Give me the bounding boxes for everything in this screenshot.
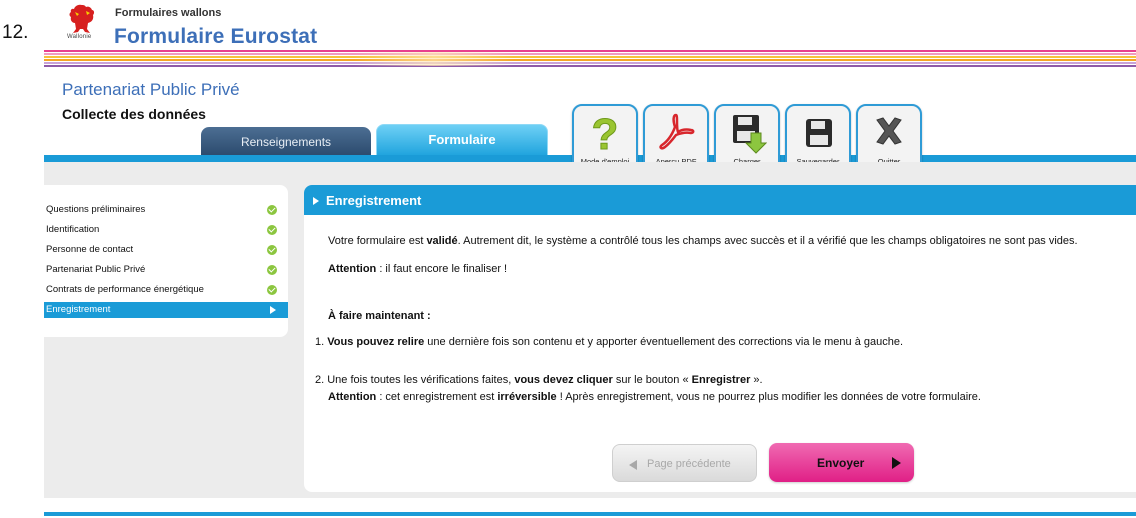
send-label: Envoyer (817, 456, 865, 470)
app-subtitle: Formulaires wallons (115, 7, 222, 19)
section-title: Collecte des données (62, 106, 206, 122)
sidebar-item-label: Contrats de performance énergétique (46, 284, 204, 295)
wallonie-rooster-logo (69, 4, 95, 33)
check-icon (267, 205, 277, 215)
send-button[interactable]: Envoyer (769, 443, 914, 482)
sidebar-item-partenariat[interactable]: Partenariat Public Privé (44, 262, 288, 278)
close-icon (876, 117, 902, 145)
todo-heading: À faire maintenant : (328, 310, 431, 322)
sidebar-item-label: Identification (46, 224, 100, 235)
footer-bar (44, 512, 1136, 516)
arrow-right-icon (270, 306, 276, 314)
step-2: 2. Une fois toutes les vérifications fai… (315, 374, 763, 386)
check-icon (267, 265, 277, 275)
previous-page-label: Page précédente (647, 458, 731, 470)
validation-message: Votre formulaire est validé. Autrement d… (328, 235, 1078, 247)
project-title: Partenariat Public Privé (62, 80, 240, 99)
step-2-warning: Attention : cet enregistrement est irrév… (328, 391, 981, 403)
svg-text:?: ? (592, 111, 619, 155)
tab-renseignements[interactable]: Renseignements (201, 127, 371, 156)
help-icon: ? (591, 111, 619, 155)
arrow-right-icon (892, 457, 901, 469)
triangle-right-icon (313, 197, 319, 205)
arrow-left-icon (629, 460, 637, 470)
previous-page-button[interactable]: Page précédente (612, 444, 757, 482)
panel-header: Enregistrement (304, 185, 1136, 215)
check-icon (267, 285, 277, 295)
sidebar-item-personne-de-contact[interactable]: Personne de contact (44, 242, 288, 258)
tab-formulaire[interactable]: Formulaire (376, 124, 548, 156)
check-icon (267, 245, 277, 255)
attention-message: Attention : il faut encore le finaliser … (328, 263, 508, 275)
sidebar-item-enregistrement[interactable]: Enregistrement (44, 302, 288, 318)
sidebar-item-label: Questions préliminaires (46, 204, 146, 215)
logo-text: Wallonie (67, 34, 92, 40)
sidebar-item-questions-preliminaires[interactable]: Questions préliminaires (44, 202, 288, 218)
step-1: 1. Vous pouvez relire une dernière fois … (315, 336, 904, 348)
decorative-stripes (44, 50, 1136, 70)
sidebar-item-label: Enregistrement (46, 304, 111, 315)
sidebar: Questions préliminaires Identification P… (44, 185, 288, 337)
load-icon (733, 115, 767, 154)
pdf-icon (659, 113, 695, 150)
sidebar-item-contrats[interactable]: Contrats de performance énergétique (44, 282, 288, 298)
sidebar-item-identification[interactable]: Identification (44, 222, 288, 238)
app-title: Formulaire Eurostat (114, 25, 318, 48)
save-icon (806, 119, 832, 147)
sidebar-item-label: Partenariat Public Privé (46, 264, 146, 275)
panel-title: Enregistrement (326, 193, 422, 208)
document-number: 12. (2, 22, 29, 43)
check-icon (267, 225, 277, 235)
sidebar-item-label: Personne de contact (46, 244, 134, 255)
